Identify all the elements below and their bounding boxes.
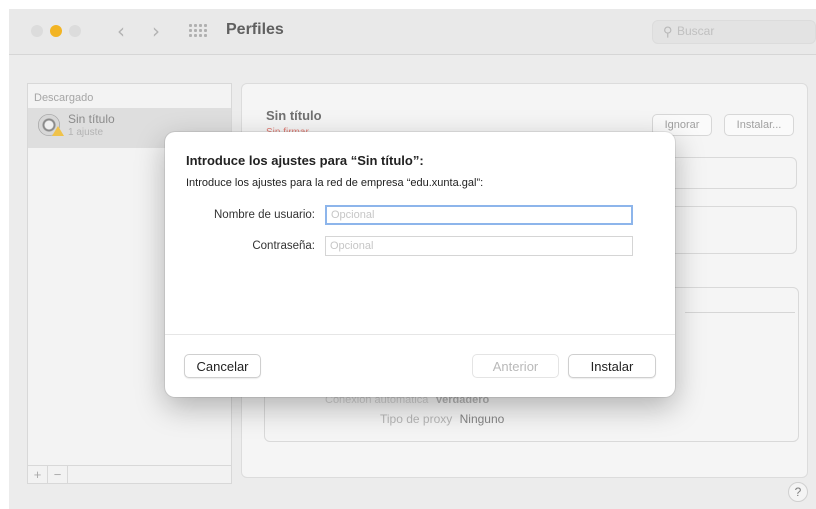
previous-button[interactable]: Anterior — [472, 354, 559, 378]
zoom-window-button[interactable] — [69, 25, 81, 37]
cancel-button[interactable]: Cancelar — [184, 354, 261, 378]
show-all-grid-icon[interactable] — [189, 24, 207, 38]
detail-row: Tipo de proxy Ninguno — [380, 412, 504, 426]
profile-detail-title: Sin título — [266, 108, 322, 123]
dialog-subtitle: Introduce los ajustes para la red de emp… — [186, 177, 484, 189]
divider — [685, 312, 795, 313]
detail-row-value: Ninguno — [459, 412, 505, 426]
minimize-window-button[interactable] — [50, 25, 62, 37]
password-label: Contraseña: — [252, 240, 315, 252]
profile-settings-count: 1 ajuste — [68, 127, 104, 138]
detail-field — [662, 206, 797, 254]
sidebar-toolbar: + − — [28, 465, 231, 483]
sidebar-section-header: Descargado — [34, 92, 94, 104]
back-chevron-icon[interactable]: ‹ — [117, 19, 125, 43]
forward-chevron-icon[interactable]: › — [152, 19, 160, 43]
install-profile-button[interactable]: Instalar... — [724, 114, 794, 136]
close-window-button[interactable] — [31, 25, 43, 37]
detail-row-key: Tipo de proxy — [380, 412, 453, 426]
detail-field — [662, 157, 797, 189]
username-input[interactable] — [325, 205, 633, 225]
dialog-divider — [165, 334, 675, 335]
enter-settings-dialog: Introduce los ajustes para “Sin título”:… — [165, 132, 675, 397]
profile-name: Sin título — [68, 112, 115, 126]
window-title: Perfiles — [226, 21, 284, 38]
warning-badge-icon — [52, 126, 64, 136]
title-bar: ‹ › Perfiles ⚲ — [9, 9, 816, 55]
add-profile-button[interactable]: + — [28, 466, 48, 483]
help-button[interactable]: ? — [788, 482, 808, 502]
search-field[interactable]: ⚲ — [652, 20, 816, 44]
username-label: Nombre de usuario: — [214, 209, 315, 221]
search-icon: ⚲ — [663, 24, 673, 39]
remove-profile-button[interactable]: − — [48, 466, 68, 483]
search-input[interactable] — [677, 24, 807, 38]
install-button[interactable]: Instalar — [568, 354, 656, 378]
password-input[interactable] — [325, 236, 633, 256]
dialog-title: Introduce los ajustes para “Sin título”: — [186, 153, 424, 168]
